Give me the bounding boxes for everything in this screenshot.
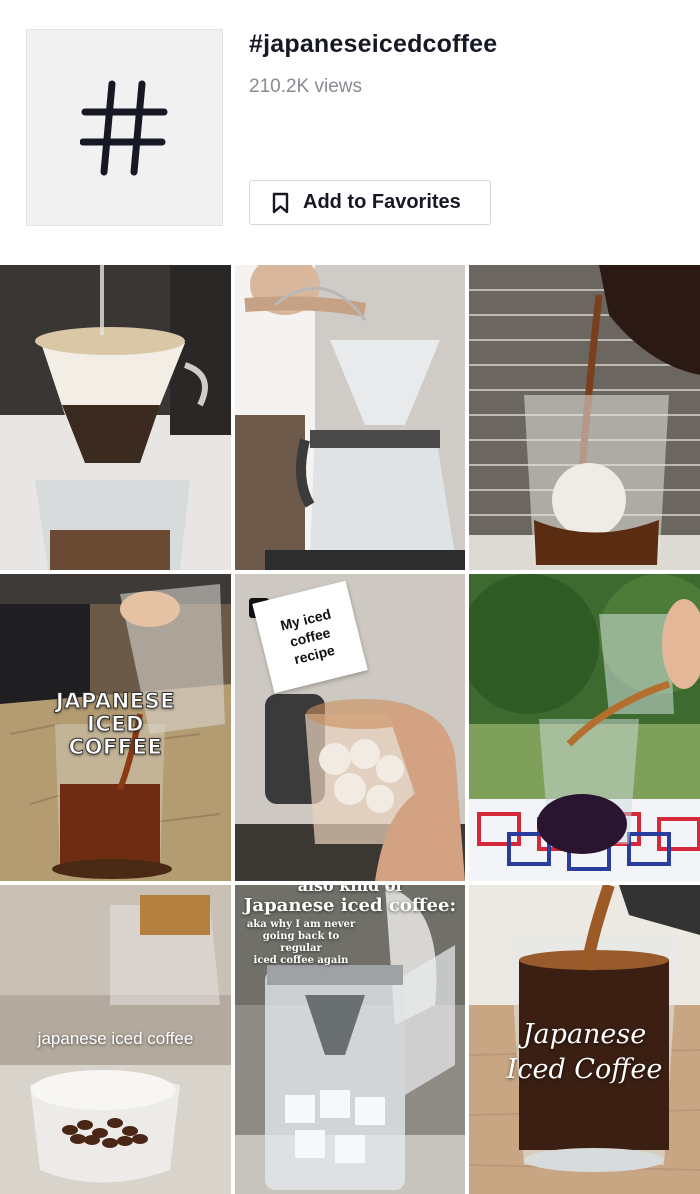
- video-grid: JAPANESE ICED COFFEE japanese iced coffe…: [0, 265, 700, 1194]
- hashtag-header: #japaneseicedcoffee 210.2K views Add to …: [0, 0, 700, 265]
- video-thumbnail-7[interactable]: japanese iced coffee: [0, 885, 231, 1194]
- video-thumbnail-8[interactable]: also kind of Japanese iced coffee: aka w…: [235, 885, 465, 1194]
- video-8-title-text: Japanese iced coffee:: [243, 895, 457, 916]
- page-title: #japaneseicedcoffee: [249, 30, 498, 58]
- video-8-subtitle-text: aka why I am never going back to regular…: [246, 919, 356, 966]
- video-8-top-text: also kind of: [297, 885, 403, 895]
- video-9-overlay-text: Japanese Iced Coffee: [506, 1019, 663, 1085]
- view-count: 210.2K views: [249, 76, 363, 97]
- bookmark-icon: [272, 192, 289, 213]
- video-7-overlay-text: japanese iced coffee: [37, 1029, 194, 1048]
- video-thumbnail-3[interactable]: [469, 265, 700, 570]
- add-to-favorites-button[interactable]: Add to Favorites: [249, 180, 491, 225]
- video-thumbnail-4[interactable]: JAPANESE ICED COFFEE: [0, 574, 231, 881]
- hashtag-icon: [26, 29, 223, 226]
- video-thumbnail-1[interactable]: [0, 265, 231, 570]
- video-thumbnail-2[interactable]: [235, 265, 465, 570]
- video-4-overlay-text: JAPANESE ICED COFFEE: [55, 689, 176, 759]
- add-to-favorites-label: Add to Favorites: [303, 191, 461, 213]
- video-thumbnail-9[interactable]: Japanese Iced Coffee: [469, 885, 700, 1194]
- video-thumbnail-6[interactable]: [469, 574, 700, 881]
